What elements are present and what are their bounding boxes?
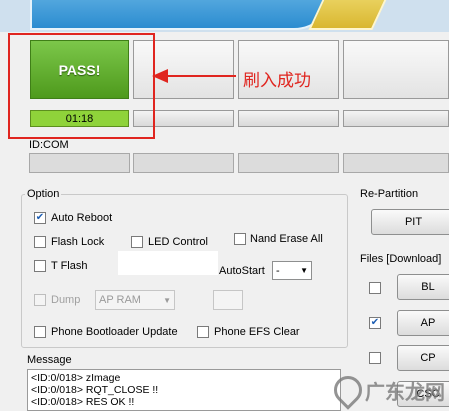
flash-lock-label: Flash Lock xyxy=(51,236,105,248)
com-port-box-1 xyxy=(29,153,130,173)
cp-button[interactable]: CP xyxy=(397,345,449,371)
chevron-down-icon: ▼ xyxy=(300,266,308,275)
com-port-box-3 xyxy=(238,153,339,173)
chevron-down-icon: ▼ xyxy=(163,295,171,305)
autostart-label: AutoStart xyxy=(219,265,265,277)
cp-checkbox[interactable] xyxy=(369,352,381,364)
header-banner xyxy=(0,0,449,32)
repartition-title: Re-Partition xyxy=(358,188,421,200)
check-icon: ✔ xyxy=(370,317,380,328)
auto-reboot-checkbox[interactable]: ✔ xyxy=(34,212,46,224)
led-control-label: LED Control xyxy=(148,236,208,248)
phone-efs-clear-checkbox[interactable] xyxy=(197,326,209,338)
progress-bar-3 xyxy=(238,110,339,127)
watermark-logo-icon xyxy=(328,370,368,410)
annotation-text: 刷入成功 xyxy=(243,71,311,90)
option-title: Option xyxy=(25,188,62,200)
bl-checkbox[interactable] xyxy=(369,282,381,294)
bl-button-label: BL xyxy=(421,281,435,293)
phone-efs-clear-label: Phone EFS Clear xyxy=(214,326,300,338)
pit-button[interactable]: PIT xyxy=(371,209,449,235)
message-title: Message xyxy=(27,354,72,366)
progress-bar-4 xyxy=(343,110,449,127)
ap-button[interactable]: AP xyxy=(397,310,449,336)
ap-checkbox[interactable]: ✔ xyxy=(369,317,381,329)
banner-blue-shape xyxy=(30,0,334,30)
annotation-arrow-icon xyxy=(152,69,236,83)
autostart-select[interactable]: - ▼ xyxy=(272,261,312,280)
dump-address-field[interactable] xyxy=(213,290,243,310)
autostart-value: - xyxy=(276,264,280,277)
cp-button-label: CP xyxy=(420,352,436,364)
t-flash-label: T Flash xyxy=(51,260,88,272)
phone-bootloader-update-label: Phone Bootloader Update xyxy=(51,326,178,338)
dump-target-value: AP RAM xyxy=(99,294,141,306)
redacted-area xyxy=(118,251,218,275)
t-flash-checkbox[interactable] xyxy=(34,260,46,272)
highlight-frame xyxy=(8,33,155,139)
message-line: <ID:0/018> zImage xyxy=(31,372,121,384)
nand-erase-all-label: Nand Erase All xyxy=(250,233,323,245)
bl-button[interactable]: BL xyxy=(397,274,449,300)
message-log[interactable]: <ID:0/018> zImage <ID:0/018> RQT_CLOSE !… xyxy=(27,369,341,411)
check-icon: ✔ xyxy=(35,212,45,223)
phone-bootloader-update-checkbox[interactable] xyxy=(34,326,46,338)
files-title: Files [Download] xyxy=(358,253,444,265)
message-line: <ID:0/018> RQT_CLOSE !! xyxy=(31,384,159,396)
message-line: <ID:0/018> RES OK !! xyxy=(31,396,135,408)
port-slot-4 xyxy=(343,40,449,99)
flash-lock-checkbox[interactable] xyxy=(34,236,46,248)
com-port-box-2 xyxy=(133,153,234,173)
pit-button-label: PIT xyxy=(404,216,423,228)
com-port-box-4 xyxy=(343,153,449,173)
dump-label: Dump xyxy=(51,294,81,306)
auto-reboot-label: Auto Reboot xyxy=(51,212,113,224)
nand-erase-all-checkbox[interactable] xyxy=(234,233,246,245)
id-com-label: ID:COM xyxy=(29,139,69,151)
watermark-text: 广东龙网 xyxy=(365,381,445,404)
dump-checkbox[interactable] xyxy=(34,294,46,306)
dump-target-select[interactable]: AP RAM ▼ xyxy=(95,290,175,310)
led-control-checkbox[interactable] xyxy=(131,236,143,248)
watermark: 广东龙网 xyxy=(328,370,445,410)
banner-yellow-shape xyxy=(308,0,396,30)
ap-button-label: AP xyxy=(420,317,436,329)
